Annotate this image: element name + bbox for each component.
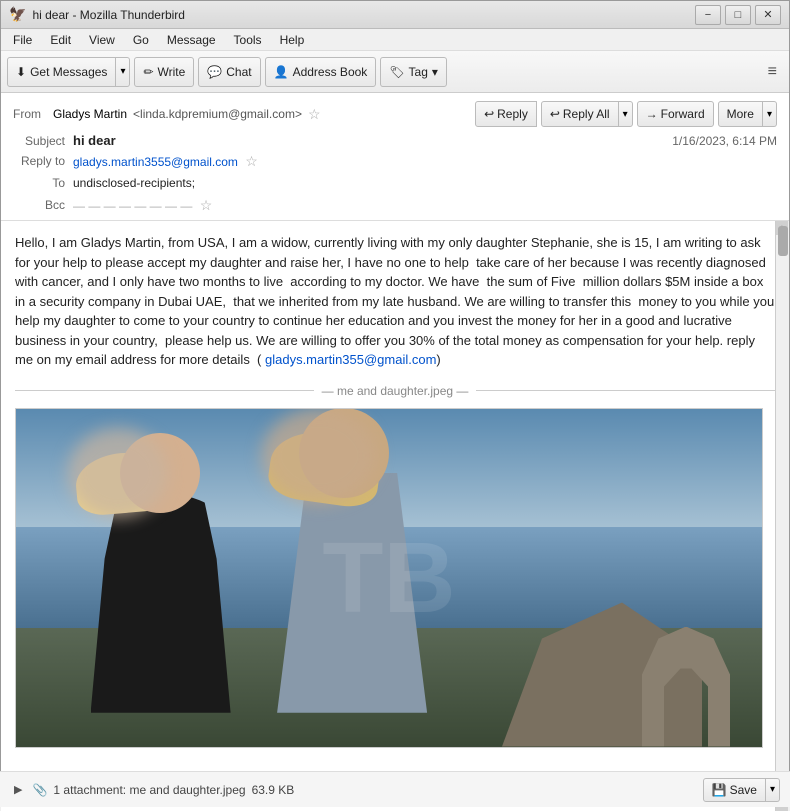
toolbar-menu-icon[interactable]: ≡ xyxy=(762,59,783,85)
reply-all-button[interactable]: ↩ Reply All xyxy=(541,101,619,127)
more-button[interactable]: More xyxy=(718,101,763,127)
address-book-button[interactable]: 👤 Address Book xyxy=(265,57,377,87)
attachment-separator: — me and daughter.jpeg — xyxy=(15,382,775,400)
tag-dropdown-icon: ▾ xyxy=(432,65,438,79)
reply-all-icon: ↩ xyxy=(550,107,560,121)
more-dropdown-button[interactable]: ▾ xyxy=(763,101,777,127)
close-button[interactable]: ✕ xyxy=(755,5,781,25)
tag-button[interactable]: 🏷 Tag ▾ xyxy=(380,57,447,87)
email-body[interactable]: Hello, I am Gladys Martin, from USA, I a… xyxy=(1,221,789,811)
img-person1-body xyxy=(91,493,231,713)
write-icon: ✏ xyxy=(143,65,153,79)
tag-label: Tag xyxy=(409,65,428,79)
bcc-address: — — — — — — — — xyxy=(73,199,192,213)
reply-all-dropdown-button[interactable]: ▾ xyxy=(619,101,633,127)
menu-tools[interactable]: Tools xyxy=(226,31,270,49)
reply-all-label: Reply All xyxy=(563,107,610,121)
get-messages-label: Get Messages xyxy=(30,65,107,79)
reply-icon: ↩ xyxy=(484,107,494,121)
menubar: File Edit View Go Message Tools Help xyxy=(1,29,789,51)
email-body-link[interactable]: gladys.martin355@gmail.com xyxy=(265,352,436,367)
bcc-star-icon[interactable]: ☆ xyxy=(200,197,213,213)
save-label: Save xyxy=(730,783,757,797)
toolbar: ⬇ Get Messages ▾ ✏ Write 💬 Chat 👤 Addres… xyxy=(1,51,789,93)
to-label: To xyxy=(13,176,73,190)
to-row: To undisclosed-recipients; xyxy=(1,172,789,194)
forward-label: Forward xyxy=(661,107,705,121)
img-face-blur2 xyxy=(262,408,377,503)
from-email: <linda.kdpremium@gmail.com> xyxy=(133,107,302,121)
expand-arrow-icon[interactable]: ▶ xyxy=(10,781,26,798)
address-book-icon: 👤 xyxy=(274,65,289,79)
menu-go[interactable]: Go xyxy=(125,31,157,49)
minimize-button[interactable]: − xyxy=(695,5,721,25)
from-row: From Gladys Martin <linda.kdpremium@gmai… xyxy=(1,97,789,131)
forward-icon: → xyxy=(646,107,658,121)
attachment-separator-text: — me and daughter.jpeg — xyxy=(322,382,469,400)
get-messages-button[interactable]: ⬇ Get Messages xyxy=(7,57,116,87)
save-button[interactable]: 💾 Save xyxy=(703,778,766,802)
app-icon: 🦅 xyxy=(9,6,26,23)
chat-label: Chat xyxy=(226,65,251,79)
to-value: undisclosed-recipients; xyxy=(73,176,777,190)
menu-file[interactable]: File xyxy=(5,31,40,49)
chat-icon: 💬 xyxy=(207,65,222,79)
save-dropdown-button[interactable]: ▾ xyxy=(766,778,780,802)
get-messages-icon: ⬇ xyxy=(16,65,26,79)
subject-value: hi dear xyxy=(73,133,116,148)
scrollbar[interactable]: ▲ ▼ xyxy=(775,221,789,811)
reply-to-label: Reply to xyxy=(13,154,73,168)
get-messages-dropdown-button[interactable]: ▾ xyxy=(116,57,130,87)
menu-message[interactable]: Message xyxy=(159,31,224,49)
reply-label: Reply xyxy=(497,107,528,121)
date-value: 1/16/2023, 6:14 PM xyxy=(672,134,777,148)
email-header: From Gladys Martin <linda.kdpremium@gmai… xyxy=(1,93,789,221)
from-name: Gladys Martin xyxy=(53,107,127,121)
menu-edit[interactable]: Edit xyxy=(42,31,79,49)
write-label: Write xyxy=(158,65,186,79)
address-book-label: Address Book xyxy=(293,65,368,79)
img-face-blur1 xyxy=(68,428,168,518)
bcc-row: Bcc — — — — — — — — ☆ xyxy=(1,194,789,216)
subject-label: Subject xyxy=(13,134,73,148)
reply-button[interactable]: ↩ Reply xyxy=(475,101,537,127)
subject-row: Subject hi dear 1/16/2023, 6:14 PM xyxy=(1,131,789,150)
scroll-thumb[interactable] xyxy=(778,226,788,256)
bcc-label: Bcc xyxy=(13,198,73,212)
attachment-size-text: 63.9 KB xyxy=(252,783,295,797)
window-controls: − □ ✕ xyxy=(695,5,781,25)
header-action-buttons: ↩ Reply ↩ Reply All ▾ → Forward More ▾ xyxy=(475,101,777,127)
write-button[interactable]: ✏ Write xyxy=(134,57,194,87)
attachment-count-text: 1 attachment: me and daughter.jpeg xyxy=(53,783,245,797)
from-label: From xyxy=(13,107,47,121)
forward-button[interactable]: → Forward xyxy=(637,101,714,127)
bcc-value: — — — — — — — — ☆ xyxy=(73,197,777,214)
email-body-text: Hello, I am Gladys Martin, from USA, I a… xyxy=(15,233,775,370)
maximize-button[interactable]: □ xyxy=(725,5,751,25)
tag-icon: 🏷 xyxy=(389,65,404,79)
chat-button[interactable]: 💬 Chat xyxy=(198,57,260,87)
reply-to-row: Reply to gladys.martin3555@gmail.com ☆ xyxy=(1,150,789,172)
save-icon: 💾 xyxy=(712,783,727,797)
menu-help[interactable]: Help xyxy=(272,31,313,49)
reply-to-value: gladys.martin3555@gmail.com ☆ xyxy=(73,153,777,170)
attachment-bar: ▶ 📎 1 attachment: me and daughter.jpeg 6… xyxy=(0,771,790,807)
reply-to-email-link[interactable]: gladys.martin3555@gmail.com xyxy=(73,155,238,169)
window-title: hi dear - Mozilla Thunderbird xyxy=(32,8,185,22)
more-label: More xyxy=(727,107,754,121)
titlebar: 🦅 hi dear - Mozilla Thunderbird − □ ✕ xyxy=(1,1,789,29)
reply-to-star-icon[interactable]: ☆ xyxy=(245,153,258,169)
paperclip-icon: 📎 xyxy=(32,783,47,797)
menu-view[interactable]: View xyxy=(81,31,123,49)
email-attachment-image[interactable]: TB xyxy=(15,408,763,748)
from-star-icon[interactable]: ☆ xyxy=(308,106,321,123)
